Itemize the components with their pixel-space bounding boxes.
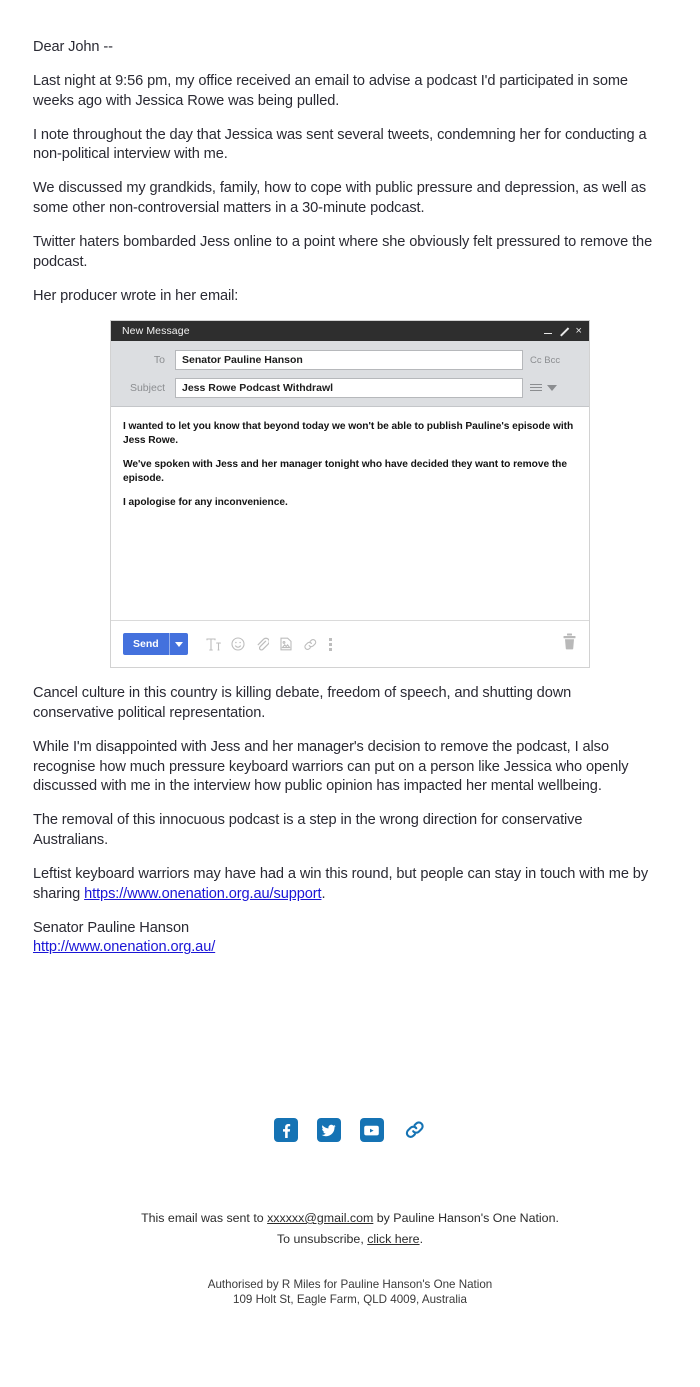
paragraph-4: Twitter haters bombarded Jess online to … (33, 233, 653, 270)
formatting-lines-icon[interactable] (530, 383, 542, 393)
paragraph-2: I note throughout the day that Jessica w… (33, 126, 647, 163)
compose-window-screenshot: New Message × To Senator Pauline Hanson … (110, 320, 590, 668)
subject-label: Subject (129, 382, 165, 394)
paragraph-6: Cancel culture in this country is killin… (33, 685, 572, 721)
closing-text-suffix: . (321, 885, 326, 902)
chevron-down-icon[interactable] (547, 385, 557, 391)
format-text-icon[interactable] (206, 637, 221, 651)
sent-to-prefix: This email was sent to (141, 1211, 268, 1225)
paragraph-1: Last night at 9:56 pm, my office receive… (33, 72, 628, 109)
expand-icon[interactable] (559, 327, 568, 336)
website-link-icon[interactable] (403, 1118, 427, 1142)
letter-body-top: Dear John -- Last night at 9:56 pm, my o… (33, 38, 653, 320)
subject-row-actions (523, 383, 581, 393)
authorised-line: Authorised by R Miles for Pauline Hanson… (207, 1278, 493, 1291)
signature-name: Senator Pauline Hanson (33, 919, 190, 936)
unsubscribe-suffix: . (419, 1232, 424, 1247)
signature-block: Senator Pauline Hanson http://www.onenati… (33, 919, 653, 959)
signature-website-link[interactable]: http://www.onenation.org.au/ (33, 939, 215, 955)
insert-photo-icon[interactable] (279, 637, 293, 651)
compose-toolbar-icons (206, 637, 333, 652)
unsubscribe-prefix: To unsubscribe, (276, 1232, 368, 1247)
social-icons-row (0, 1118, 700, 1142)
send-button-label: Send (133, 638, 159, 650)
paragraph-5: Her producer wrote in her email: (33, 287, 239, 304)
compose-body-paragraph-2: We've spoken with Jess and her manager t… (123, 459, 567, 484)
subject-input[interactable]: Jess Rowe Podcast Withdrawl (175, 378, 523, 398)
cc-bcc-area: Cc Bcc (523, 355, 581, 366)
address-line: 109 Holt St, Eagle Farm, QLD 4009, Austr… (233, 1293, 467, 1307)
subject-row: Subject Jess Rowe Podcast Withdrawl (111, 378, 589, 398)
compose-window-controls: × (544, 325, 582, 337)
compose-toolbar: Send (111, 621, 589, 667)
paragraph-8: The removal of this innocuous podcast is… (33, 812, 583, 849)
compose-body-paragraph-1: I wanted to let you know that beyond tod… (123, 421, 574, 446)
letter-body-bottom: Cancel culture in this country is killin… (33, 684, 653, 972)
to-row: To Senator Pauline Hanson Cc Bcc (111, 350, 589, 370)
attach-file-icon[interactable] (255, 637, 269, 651)
sent-to-suffix: by Pauline Hanson's One Nation. (373, 1211, 559, 1225)
facebook-icon[interactable] (273, 1118, 298, 1142)
send-options-icon[interactable] (170, 633, 188, 655)
unsubscribe-line: To unsubscribe, click here. (0, 1229, 700, 1250)
footer-unsubscribe-block: This email was sent to xxxxxx@gmail.com … (0, 1208, 700, 1250)
twitter-icon[interactable] (316, 1118, 341, 1142)
support-link[interactable]: https://www.onenation.org.au/support (84, 886, 321, 902)
greeting-paragraph: Dear John -- (33, 39, 113, 55)
close-icon[interactable]: × (575, 325, 582, 337)
minimize-icon[interactable] (544, 327, 553, 335)
email-page: Dear John -- Last night at 9:56 pm, my o… (0, 0, 700, 1387)
compose-title-bar: New Message × (111, 321, 589, 341)
youtube-icon[interactable] (359, 1118, 384, 1142)
compose-window: New Message × To Senator Pauline Hanson … (111, 321, 589, 667)
more-options-icon[interactable] (328, 637, 333, 652)
compose-body-paragraph-3: I apologise for any inconvenience. (123, 497, 288, 509)
unsubscribe-link[interactable]: click here (367, 1232, 419, 1246)
to-input[interactable]: Senator Pauline Hanson (175, 350, 523, 370)
compose-title: New Message (122, 325, 190, 337)
compose-message-body[interactable]: I wanted to let you know that beyond tod… (111, 407, 589, 621)
paragraph-3: We discussed my grandkids, family, how t… (33, 180, 647, 217)
paragraph-7: While I'm disappointed with Jess and her… (33, 738, 629, 795)
send-button[interactable]: Send (123, 633, 188, 655)
footer-authorisation-block: Authorised by R Miles for Pauline Hanson… (0, 1277, 700, 1308)
discard-draft-icon[interactable] (562, 633, 577, 655)
compose-fields: To Senator Pauline Hanson Cc Bcc Subject… (111, 341, 589, 407)
insert-link-icon[interactable] (303, 638, 318, 651)
cc-bcc-button[interactable]: Cc Bcc (530, 355, 560, 366)
paragraph-closing: Leftist keyboard warriors may have had a… (33, 865, 653, 905)
to-label: To (153, 354, 165, 366)
recipient-email-link[interactable]: xxxxxx@gmail.com (267, 1211, 373, 1225)
sent-to-line: This email was sent to xxxxxx@gmail.com … (0, 1208, 700, 1229)
emoji-icon[interactable] (231, 637, 245, 651)
